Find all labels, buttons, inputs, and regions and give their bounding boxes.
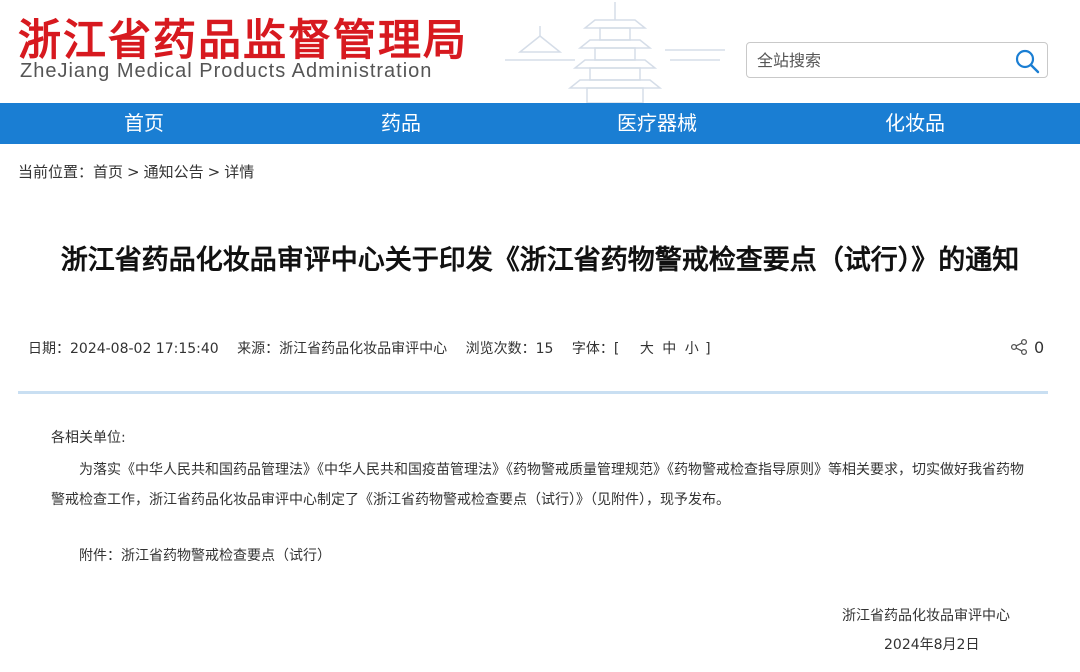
attachment-link[interactable]: 浙江省药物警戒检查要点（试行） xyxy=(121,548,331,564)
article-salutation: 各相关单位: xyxy=(51,430,126,446)
article-paragraph: 为落实《中华人民共和国药品管理法》《中华人民共和国疫苗管理法》《药物警戒质量管理… xyxy=(51,462,1024,508)
article-sign-date: 2024年8月2日 xyxy=(884,637,980,653)
article-signer: 浙江省药品化妆品审评中心 xyxy=(842,608,1010,624)
attachment-label: 附件： xyxy=(79,548,121,564)
article-body: 各相关单位: 为落实《中华人民共和国药品管理法》《中华人民共和国疫苗管理法》《药… xyxy=(0,0,1080,672)
article-attachment: 附件：浙江省药物警戒检查要点（试行） xyxy=(79,545,331,565)
